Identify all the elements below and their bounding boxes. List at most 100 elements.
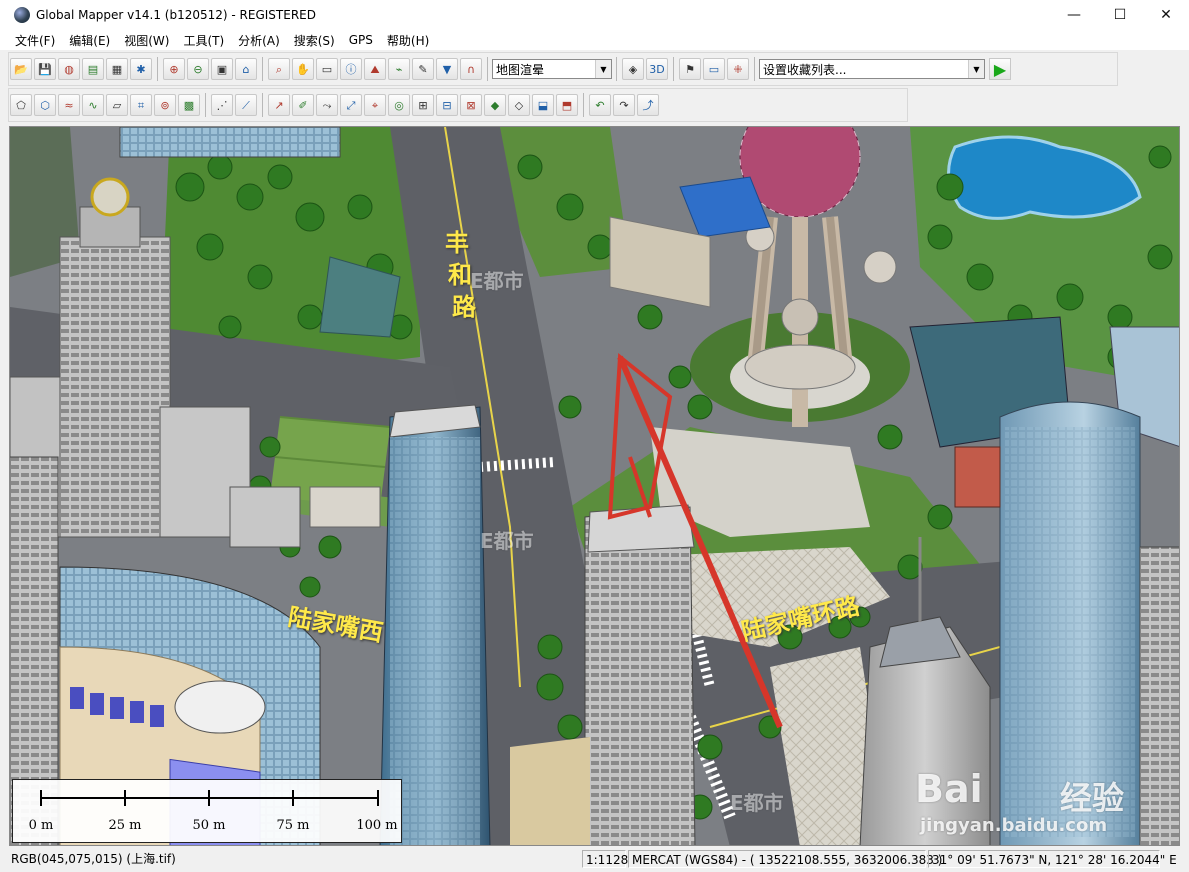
digitizer-tools-group: ⬠ ⬡ ≈ ∿ ▱ ⌗ ⊚ ▩ ⋰ ⟋ ↗ ✐ ⤳ ⤢ ⌖ ◎ ⊞ ⊟ ⊠ ◆ ◇ ⬓ ⬒ ↶ ↷ ⤴ [9, 93, 660, 117]
measure-icon[interactable]: ▭ [316, 58, 338, 80]
scale-tick-label: 50 m [192, 818, 226, 833]
scale-tick-label: 25 m [108, 818, 142, 833]
smooth-icon[interactable]: ✐ [292, 94, 314, 116]
maximize-button[interactable]: ☐ [1097, 0, 1143, 30]
watermark-edushi: E都市 [730, 791, 784, 815]
zoom-tool-icon[interactable]: ⌕ [268, 58, 290, 80]
zoom-out-icon[interactable]: ⊖ [187, 58, 209, 80]
favorites-select-value: 设置收藏列表... [763, 62, 847, 77]
scale-tick-label: 0 m [28, 818, 54, 833]
watermark-url: jingyan.baidu.com [920, 815, 1108, 836]
chevron-down-icon[interactable]: ▼ [595, 60, 611, 78]
edit-area-icon[interactable]: ⬡ [34, 94, 56, 116]
redo-icon[interactable]: ↷ [613, 94, 635, 116]
crop-icon[interactable]: ⬓ [532, 94, 554, 116]
watermark-baidu: Bai [915, 767, 983, 811]
zoom-full-icon[interactable]: ▣ [211, 58, 233, 80]
fill-icon[interactable]: ⬒ [556, 94, 578, 116]
window-title: Global Mapper v14.1 (b120512) - REGISTER… [36, 8, 316, 22]
menu-analysis[interactable]: 分析(A) [231, 32, 287, 49]
road-label-he: 和 [448, 261, 472, 289]
menu-gps[interactable]: GPS [342, 33, 380, 47]
watermark-jingyan: 经验 [1060, 779, 1125, 817]
union-icon[interactable]: ⊞ [412, 94, 434, 116]
snap-icon[interactable]: ⌖ [364, 94, 386, 116]
create-point-icon[interactable]: ▱ [106, 94, 128, 116]
chevron-down-icon[interactable]: ▼ [968, 60, 984, 78]
rotate-icon[interactable]: ⤳ [316, 94, 338, 116]
analysis-tools-group: ⌕ ✋ ▭ ⓘ ⛰ ⌁ ✎ ▼ ∩ [267, 58, 483, 80]
zoom-tools-group: ⊕ ⊖ ▣ ⌂ [162, 58, 258, 80]
view-shed-icon[interactable]: ⌁ [388, 58, 410, 80]
edit-line-icon[interactable]: ∿ [82, 94, 104, 116]
create-line-icon[interactable]: ≈ [58, 94, 80, 116]
home-icon[interactable]: ⌂ [235, 58, 257, 80]
map-catalog-icon[interactable]: ▦ [106, 58, 128, 80]
save-icon[interactable]: 💾 [34, 58, 56, 80]
scale-bar-graphic [40, 790, 379, 806]
extra-tools-group: ⚑ ▭ ⁜ [678, 58, 750, 80]
title-bar: Global Mapper v14.1 (b120512) - REGISTER… [0, 0, 1189, 30]
menu-file[interactable]: 文件(F) [8, 32, 62, 49]
run-favorite-button[interactable]: ▶ [989, 58, 1011, 80]
toolbar-separator [583, 93, 584, 117]
open-folder-icon[interactable]: 📂 [10, 58, 32, 80]
menu-edit[interactable]: 编辑(E) [62, 32, 117, 49]
globe-icon[interactable]: ◍ [58, 58, 80, 80]
toolbar-separator [487, 57, 488, 81]
terrain-icon[interactable]: ∩ [460, 58, 482, 80]
grid-area-icon[interactable]: ⊠ [460, 94, 482, 116]
status-scale: 1:1128 [582, 850, 628, 868]
map-image [10, 127, 1179, 845]
selection-icon[interactable]: ◇ [508, 94, 530, 116]
scale-bar: 0 m 25 m 50 m 75 m 100 m [12, 779, 402, 843]
split-icon[interactable]: ⟋ [235, 94, 257, 116]
menu-help[interactable]: 帮助(H) [380, 32, 436, 49]
intersect-icon[interactable]: ⊟ [436, 94, 458, 116]
close-button[interactable]: ✕ [1143, 0, 1189, 30]
combine-icon[interactable]: ⊚ [154, 94, 176, 116]
scale-icon[interactable]: ⤢ [340, 94, 362, 116]
path-profile-icon[interactable]: ⛰ [364, 58, 386, 80]
menu-tools[interactable]: 工具(T) [176, 32, 231, 49]
toolbar-separator [616, 57, 617, 81]
scale-tick-label: 100 m [356, 818, 398, 833]
camera-icon[interactable]: ▭ [703, 58, 725, 80]
grid-icon[interactable]: ▩ [178, 94, 200, 116]
shader-select[interactable]: 地图渲晕 ▼ [492, 59, 612, 79]
digitizer-icon[interactable]: ✎ [412, 58, 434, 80]
toolbar-separator [262, 57, 263, 81]
draw-line-icon[interactable]: ↗ [268, 94, 290, 116]
app-globe-icon [14, 7, 30, 23]
3d-path-icon[interactable]: ▼ [436, 58, 458, 80]
favorites-select[interactable]: 设置收藏列表... ▼ [759, 59, 985, 79]
layer-control-icon[interactable]: ▤ [82, 58, 104, 80]
status-bar: RGB(045,075,015) (上海.tif) 1:1128 MERCAT … [0, 846, 1189, 872]
undo-icon[interactable]: ↶ [589, 94, 611, 116]
menu-search[interactable]: 搜索(S) [287, 32, 342, 49]
map-view[interactable]: 丰 和 路 陆家嘴西 陆家嘴环路 E都市 E都市 E都市 Bai 经验 jing… [9, 126, 1180, 846]
lidar-icon[interactable]: ⚑ [679, 58, 701, 80]
status-pixel-value: RGB(045,075,015) (上海.tif) [11, 852, 176, 866]
pan-tool-icon[interactable]: ✋ [292, 58, 314, 80]
zoom-in-icon[interactable]: ⊕ [163, 58, 185, 80]
buffer-icon[interactable]: ◎ [388, 94, 410, 116]
move-vertex-icon[interactable]: ⋰ [211, 94, 233, 116]
3d-label-icon[interactable]: 3D [646, 58, 668, 80]
3d-view-group: ◈ 3D [621, 58, 669, 80]
minimize-button[interactable]: — [1051, 0, 1097, 30]
file-tools-group: 📂 💾 ◍ ▤ ▦ ✱ [9, 58, 153, 80]
config-icon[interactable]: ✱ [130, 58, 152, 80]
watermark-edushi: E都市 [470, 269, 524, 293]
gps-icon[interactable]: ⁜ [727, 58, 749, 80]
view-3d-icon[interactable]: ◈ [622, 58, 644, 80]
transform-icon[interactable]: ⤴ [637, 94, 659, 116]
filled-area-icon[interactable]: ◆ [484, 94, 506, 116]
code-feature-icon[interactable]: ⌗ [130, 94, 152, 116]
info-tool-icon[interactable]: ⓘ [340, 58, 362, 80]
main-toolbar: 📂 💾 ◍ ▤ ▦ ✱ ⊕ ⊖ ▣ ⌂ ⌕ ✋ ▭ ⓘ ⛰ ⌁ ✎ ▼ ∩ 地图渲晕 ▼ ◈ 3D ⚑ ▭ ⁜ 设置收… [8, 52, 1118, 86]
toolbar-separator [673, 57, 674, 81]
menu-view[interactable]: 视图(W) [117, 32, 176, 49]
digitizer-toolbar: ⬠ ⬡ ≈ ∿ ▱ ⌗ ⊚ ▩ ⋰ ⟋ ↗ ✐ ⤳ ⤢ ⌖ ◎ ⊞ ⊟ ⊠ ◆ ◇ ⬓ ⬒ ↶ ↷ ⤴ [8, 88, 908, 122]
create-area-icon[interactable]: ⬠ [10, 94, 32, 116]
